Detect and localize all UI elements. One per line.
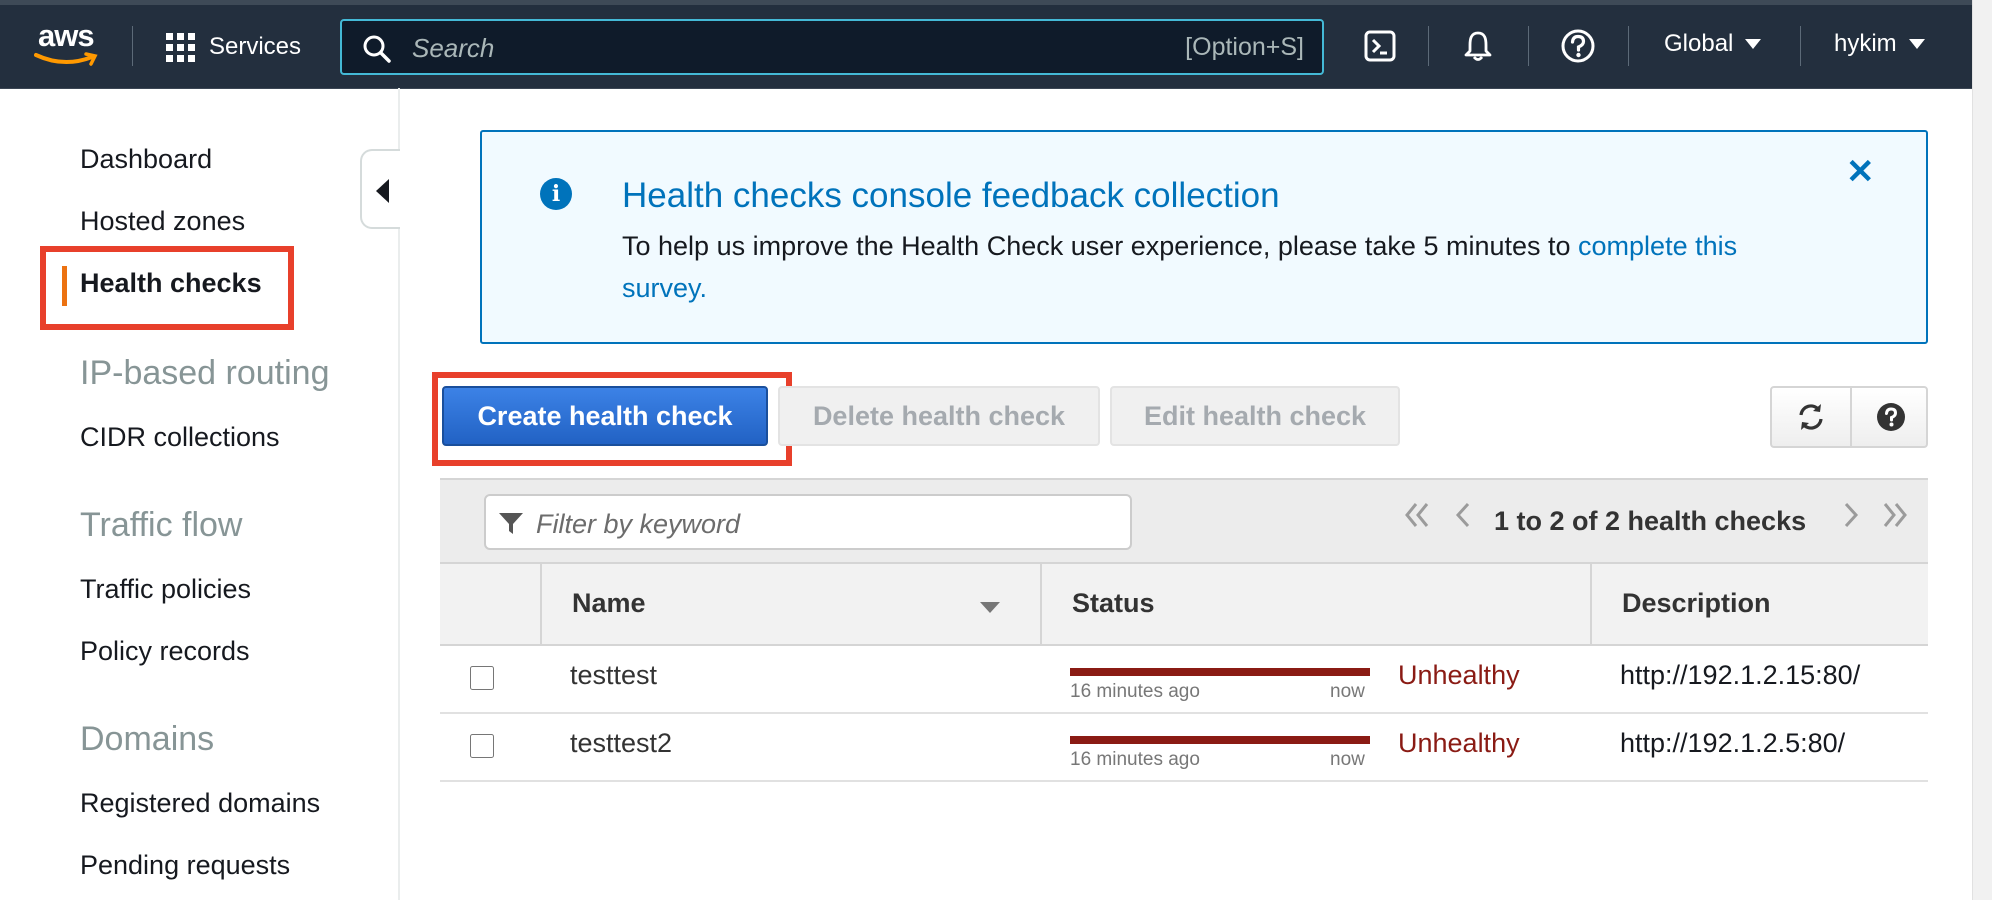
column-header-status[interactable]: Status (1072, 588, 1155, 619)
filter-icon (499, 513, 523, 534)
page-scrollbar[interactable] (1972, 0, 1992, 900)
status-history-bar (1070, 736, 1370, 744)
sidebar: Dashboard Hosted zones Health checks IP-… (0, 88, 400, 900)
table-row[interactable]: testtest2 16 minutes ago now Unhealthy h… (440, 712, 1928, 782)
table-help-button[interactable] (1852, 388, 1930, 446)
terminal-icon (1364, 30, 1396, 62)
filter-box[interactable] (484, 494, 1132, 550)
sort-descending-icon[interactable] (980, 602, 1000, 613)
notifications-button[interactable] (1458, 26, 1498, 66)
banner-title: Health checks console feedback collectio… (622, 176, 1280, 215)
sidebar-section-ip-based-routing: IP-based routing (80, 354, 330, 392)
nav-divider (132, 26, 133, 66)
grid-icon (166, 32, 195, 62)
sidebar-item-cidr-collections[interactable]: CIDR collections (80, 422, 280, 453)
row-checkbox[interactable] (470, 666, 494, 690)
sidebar-section-domains: Domains (80, 720, 215, 758)
banner-message: To help us improve the Health Check user… (622, 225, 1822, 309)
caret-down-icon (1908, 39, 1925, 49)
nav-divider (1528, 26, 1529, 66)
search-input[interactable] (410, 29, 1134, 67)
sidebar-section-traffic-flow: Traffic flow (80, 506, 243, 544)
last-page-icon[interactable] (1880, 500, 1910, 537)
account-name: hykim (1834, 30, 1897, 57)
search-icon (363, 35, 391, 63)
filter-input[interactable] (534, 504, 1118, 544)
feedback-banner: i Health checks console feedback collect… (480, 130, 1928, 344)
aws-logo-text: aws (38, 18, 95, 53)
region-label: Global (1664, 30, 1734, 57)
top-navigation-bar: aws Services [Option+S] (0, 0, 1972, 89)
status-text: Unhealthy (1398, 728, 1520, 758)
info-icon: i (540, 178, 572, 210)
search-shortcut-hint: [Option+S] (1185, 33, 1304, 61)
search-box[interactable]: [Option+S] (340, 19, 1324, 75)
edit-health-check-button[interactable]: Edit health check (1110, 386, 1400, 446)
first-page-icon[interactable] (1402, 500, 1432, 537)
sidebar-item-hosted-zones[interactable]: Hosted zones (80, 206, 245, 237)
nav-divider (1428, 26, 1429, 66)
previous-page-icon[interactable] (1452, 500, 1474, 537)
nav-divider (1800, 26, 1801, 66)
aws-logo[interactable]: aws (34, 18, 104, 68)
sidebar-item-policy-records[interactable]: Policy records (80, 636, 250, 667)
help-button[interactable] (1558, 26, 1598, 66)
caret-down-icon (1745, 39, 1762, 49)
status-bar-end-label: now (1330, 749, 1365, 770)
status-bar-end-label: now (1330, 681, 1365, 702)
bell-icon (1464, 31, 1492, 61)
close-icon[interactable]: ✕ (1846, 152, 1875, 192)
nav-divider (1628, 26, 1629, 66)
pagination-summary: 1 to 2 of 2 health checks (1494, 506, 1807, 536)
caret-left-icon (376, 179, 389, 203)
health-check-name: testtest (570, 660, 658, 690)
status-text: Unhealthy (1398, 660, 1520, 690)
status-bar-start-label: 16 minutes ago (1070, 681, 1200, 702)
sidebar-item-pending-requests[interactable]: Pending requests (80, 850, 290, 881)
help-circle-icon (1561, 29, 1595, 63)
banner-text: To help us improve the Health Check user… (622, 231, 1579, 261)
health-check-name: testtest2 (570, 728, 673, 758)
refresh-button[interactable] (1772, 388, 1850, 446)
status-bar-start-label: 16 minutes ago (1070, 749, 1200, 770)
account-menu[interactable]: hykim (1834, 30, 1925, 58)
health-check-description: http://192.1.2.5:80/ (1620, 728, 1846, 758)
refresh-icon (1799, 404, 1823, 430)
column-divider (540, 564, 542, 644)
table-row[interactable]: testtest 16 minutes ago now Unhealthy ht… (440, 644, 1928, 714)
highlight-box (40, 246, 294, 330)
collapse-sidebar-button[interactable] (360, 149, 400, 229)
column-header-name[interactable]: Name (572, 588, 646, 619)
next-page-icon[interactable] (1840, 500, 1862, 537)
status-history-bar (1070, 668, 1370, 676)
highlight-box (432, 372, 792, 466)
aws-smile-icon (34, 52, 98, 66)
region-selector[interactable]: Global (1664, 30, 1762, 58)
column-header-description[interactable]: Description (1622, 588, 1771, 619)
table-filter-bar: 1 to 2 of 2 health checks (440, 478, 1928, 564)
health-check-description: http://192.1.2.15:80/ (1620, 660, 1861, 690)
help-circle-icon (1877, 403, 1905, 431)
top-strip (0, 0, 1972, 5)
services-label: Services (209, 33, 302, 60)
cloudshell-button[interactable] (1360, 26, 1400, 66)
column-divider (1590, 564, 1592, 644)
sidebar-item-registered-domains[interactable]: Registered domains (80, 788, 320, 819)
sidebar-item-dashboard[interactable]: Dashboard (80, 144, 212, 175)
column-divider (1040, 564, 1042, 644)
delete-health-check-button[interactable]: Delete health check (778, 386, 1100, 446)
table-actions-group (1770, 386, 1928, 448)
row-checkbox[interactable] (470, 734, 494, 758)
services-menu[interactable]: Services (166, 30, 301, 64)
sidebar-item-traffic-policies[interactable]: Traffic policies (80, 574, 251, 605)
table-header: Name Status Description (440, 562, 1928, 646)
